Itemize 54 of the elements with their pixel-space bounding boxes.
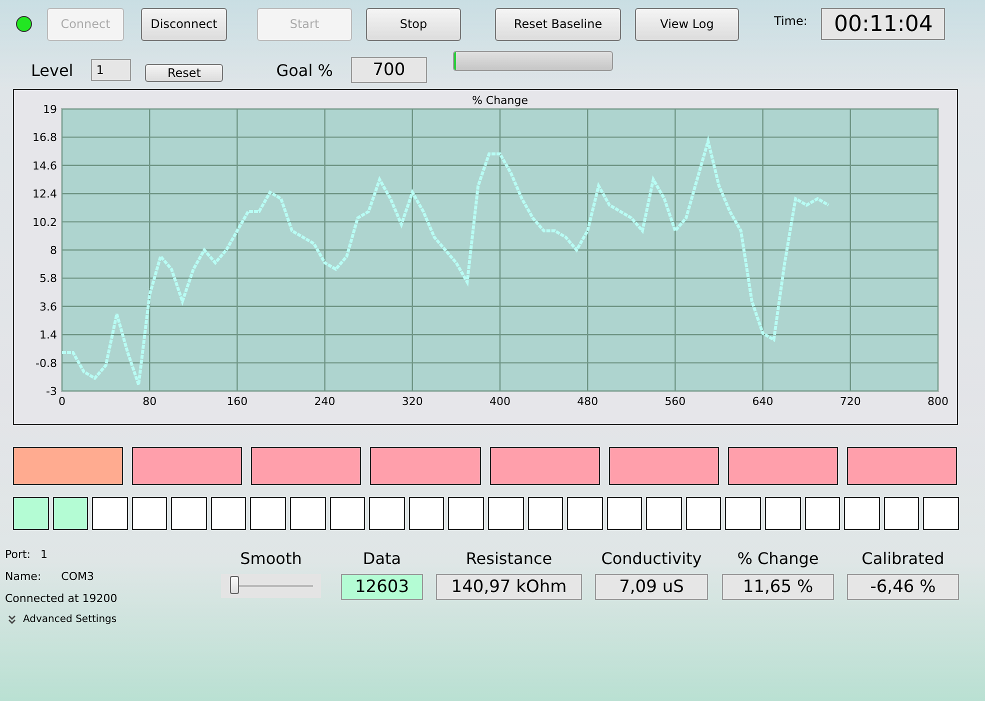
x-tick-label: 720 [840, 395, 861, 408]
x-tick-label: 560 [664, 395, 686, 408]
chart-title: % Change [472, 94, 528, 107]
time-label: Time: [774, 14, 808, 28]
readout-value: 140,97 kOhm [436, 574, 582, 600]
goal-field[interactable]: 700 [350, 57, 427, 83]
readout-label: Data [362, 548, 402, 570]
readout-value: 12603 [341, 574, 423, 600]
level-field[interactable]: 1 [91, 59, 132, 81]
readout-label: Calibrated [862, 548, 944, 570]
readout-label: % Change [737, 548, 819, 570]
y-tick-label: -0.8 [36, 356, 57, 370]
x-tick-label: 400 [490, 395, 510, 408]
y-tick-label: 19 [43, 103, 57, 116]
smooth-slider[interactable] [221, 574, 321, 598]
readout-label: Conductivity [601, 548, 702, 570]
y-tick-label: 1.4 [40, 328, 57, 342]
y-tick-label: 12.4 [32, 188, 57, 201]
y-tick-label: 3.6 [40, 300, 57, 314]
x-tick-label: 0 [58, 395, 66, 408]
y-tick-label: 16.8 [32, 131, 57, 144]
level-label: Level [31, 60, 74, 80]
readout-value: -6,46 % [847, 574, 959, 600]
readout-value: 7,09 uS [595, 574, 708, 600]
y-tick-label: 8 [50, 244, 57, 257]
x-tick-label: 640 [752, 395, 774, 408]
y-tick-label: 14.6 [32, 159, 57, 172]
toolbar-button[interactable]: Disconnect [141, 8, 227, 40]
x-tick-label: 800 [928, 395, 948, 408]
x-tick-label: 160 [226, 395, 248, 408]
x-tick-label: 80 [142, 395, 157, 408]
time-display: 00:11:04 [821, 8, 946, 40]
advanced-settings-toggle[interactable]: Advanced Settings [8, 614, 117, 625]
x-tick-label: 480 [577, 395, 598, 408]
readout-value: 11,65 % [722, 574, 834, 600]
reset-button[interactable]: Reset [145, 64, 224, 82]
y-tick-label: 5.8 [40, 272, 57, 286]
readout-label: Resistance [466, 548, 552, 570]
x-tick-label: 320 [402, 395, 423, 408]
port-value: 1 [40, 548, 48, 563]
port-label: Port: [5, 548, 31, 563]
y-tick-label: 10.2 [32, 216, 57, 229]
toolbar-button[interactable]: Reset Baseline [495, 8, 621, 40]
smooth-label: Smooth [240, 548, 302, 570]
connection-status: Connected at 19200 [5, 592, 118, 607]
name-value: COM3 [61, 570, 94, 585]
goal-label: Goal % [276, 60, 333, 80]
x-tick-label: 240 [314, 395, 336, 408]
name-label: Name: [5, 570, 42, 585]
slider-thumb[interactable] [230, 576, 240, 594]
toolbar-button[interactable]: View Log [635, 8, 739, 40]
y-tick-label: -3 [46, 385, 57, 398]
chevron-down-icon [8, 615, 16, 624]
toolbar-button[interactable]: Stop [366, 8, 461, 40]
